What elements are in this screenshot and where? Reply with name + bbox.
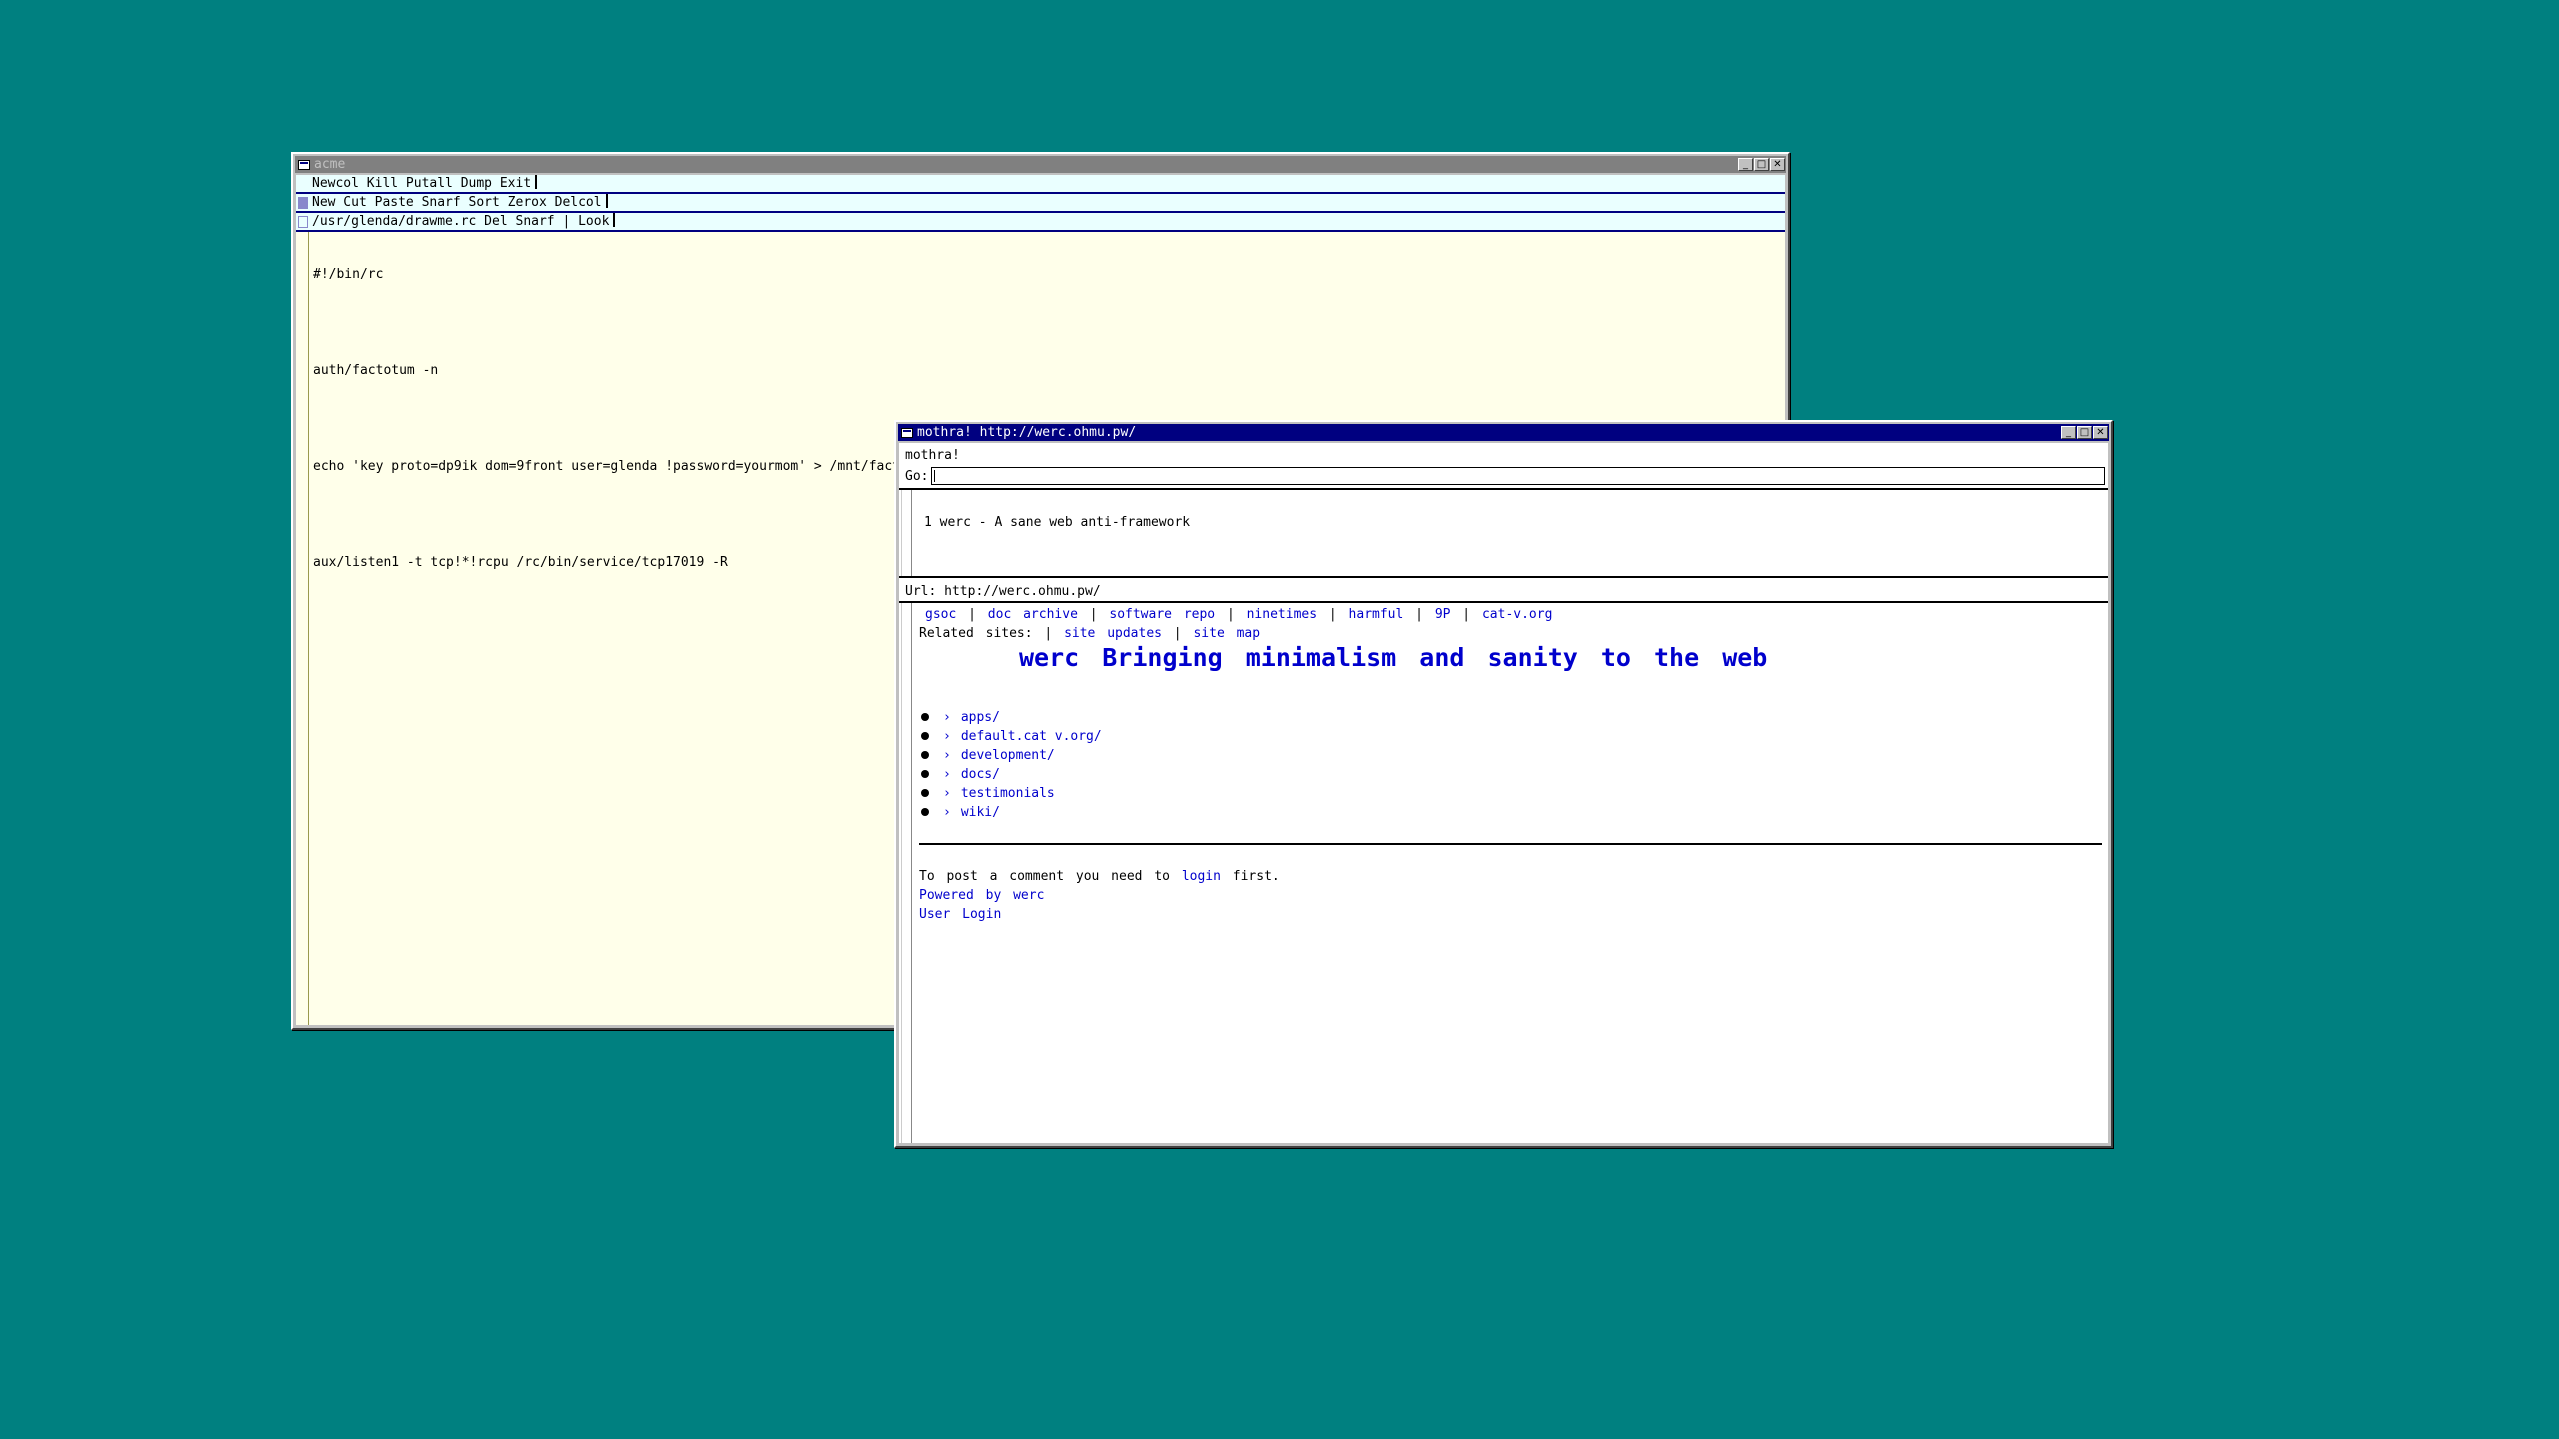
dir-link-apps[interactable]: apps/ (961, 710, 1000, 725)
nav-link-software-repo[interactable]: software repo (1109, 607, 1215, 622)
maximize-button[interactable]: □ (2077, 426, 2092, 439)
related-label: Related sites: (919, 626, 1033, 641)
acme-titlebar[interactable]: acme _ □ ✕ (295, 156, 1786, 173)
close-button[interactable]: ✕ (2093, 426, 2108, 439)
minimize-button[interactable]: _ (1738, 158, 1753, 171)
nav-link-9p[interactable]: 9P (1435, 607, 1451, 622)
list-item[interactable]: › apps/ (919, 708, 1102, 727)
page-content: gsoc | doc archive | software repo | nin… (919, 607, 2102, 1143)
acme-window-tag[interactable]: New Cut Paste Snarf Sort Zerox Delcol (296, 194, 1785, 213)
app-label: mothra! (905, 448, 960, 463)
top-nav: gsoc | doc archive | software repo | nin… (925, 607, 1553, 622)
list-item[interactable]: › default.cat v.org/ (919, 727, 1102, 746)
separator (899, 576, 2108, 578)
close-button[interactable]: ✕ (1770, 158, 1785, 171)
window-handle[interactable] (298, 216, 308, 228)
tag-cursor (535, 175, 538, 189)
maximize-button[interactable]: □ (1754, 158, 1769, 171)
tag-cursor (613, 213, 616, 227)
separator (899, 601, 2108, 603)
code-line[interactable]: auth/factotum -n (313, 363, 1781, 379)
mothra-titlebar[interactable]: mothra! http://werc.ohmu.pw/ _ □ ✕ (898, 424, 2109, 441)
nav-link-ninetimes[interactable]: ninetimes (1247, 607, 1317, 622)
go-label: Go: (905, 469, 929, 484)
window-icon (298, 159, 310, 170)
bullet-icon (921, 770, 929, 778)
text-cursor (934, 470, 935, 482)
nav-link-cat-v[interactable]: cat-v.org (1482, 607, 1552, 622)
bullet-icon (921, 713, 929, 721)
code-line[interactable] (313, 315, 1781, 331)
nav-link-harmful[interactable]: harmful (1349, 607, 1404, 622)
url-bar[interactable]: Url: http://werc.ohmu.pw/ (905, 584, 1101, 599)
mothra-title: mothra! http://werc.ohmu.pw/ (917, 425, 1137, 440)
chevron-right-icon: › (943, 805, 951, 820)
acme-column-tag[interactable]: Newcol Kill Putall Dump Exit (296, 175, 1785, 194)
column-tag-text[interactable]: Newcol Kill Putall Dump Exit (312, 176, 531, 191)
dir-link-wiki[interactable]: wiki/ (961, 805, 1000, 820)
bullet-icon (921, 808, 929, 816)
dir-link-testimonials[interactable]: testimonials (961, 786, 1055, 801)
chevron-right-icon: › (943, 729, 951, 744)
list-item[interactable]: › docs/ (919, 765, 1102, 784)
chevron-right-icon: › (943, 710, 951, 725)
directory-list: › apps/ › default.cat v.org/ › development/… (919, 708, 1102, 822)
nav-link-doc-archive[interactable]: doc archive (988, 607, 1078, 622)
mothra-window[interactable]: mothra! http://werc.ohmu.pw/ _ □ ✕ mothr… (894, 420, 2113, 1148)
link-site-updates[interactable]: site updates (1064, 626, 1162, 641)
chevron-right-icon: › (943, 767, 951, 782)
comment-notice: To post a comment you need to login firs… (919, 869, 1280, 884)
minimize-button[interactable]: _ (2061, 426, 2076, 439)
page-headline[interactable]: werc Bringing minimalism and sanity to t… (1019, 643, 1767, 672)
go-input[interactable] (931, 467, 2105, 485)
history-scrollbar[interactable] (899, 490, 912, 576)
acme-file-tag[interactable]: /usr/glenda/drawme.rc Del Snarf | Look (296, 213, 1785, 232)
comment-suffix: first. (1232, 869, 1280, 884)
user-login-link[interactable]: User Login (919, 907, 1001, 922)
powered-by-link[interactable]: Powered by werc (919, 888, 1044, 903)
page-scrollbar[interactable] (899, 603, 912, 1143)
list-item[interactable]: › development/ (919, 746, 1102, 765)
dir-link-docs[interactable]: docs/ (961, 767, 1000, 782)
comment-prefix: To post a comment you need to (919, 869, 1170, 884)
mothra-client: mothra! Go: 1 werc - A sane web anti-fra… (899, 443, 2108, 1143)
nav-link-gsoc[interactable]: gsoc (925, 607, 956, 622)
history-list[interactable]: 1 werc - A sane web anti-framework (924, 485, 1190, 560)
history-item[interactable]: 1 werc - A sane web anti-framework (924, 515, 1190, 530)
bullet-icon (921, 789, 929, 797)
window-icon (901, 427, 913, 438)
chevron-right-icon: › (943, 748, 951, 763)
list-item[interactable]: › testimonials (919, 784, 1102, 803)
file-tag-text[interactable]: /usr/glenda/drawme.rc Del Snarf | Look (312, 214, 609, 229)
code-line[interactable]: #!/bin/rc (313, 267, 1781, 283)
link-site-map[interactable]: site map (1193, 626, 1260, 641)
dir-link-default-catv[interactable]: default.cat v.org/ (961, 729, 1102, 744)
tag-cursor (605, 194, 608, 208)
list-item[interactable]: › wiki/ (919, 803, 1102, 822)
acme-title: acme (314, 157, 346, 172)
dir-link-development[interactable]: development/ (961, 748, 1055, 763)
login-link[interactable]: login (1182, 869, 1221, 884)
chevron-right-icon: › (943, 786, 951, 801)
bullet-icon (921, 751, 929, 759)
bullet-icon (921, 732, 929, 740)
horizontal-rule (919, 843, 2102, 845)
column-handle[interactable] (298, 197, 308, 209)
window-tag-text[interactable]: New Cut Paste Snarf Sort Zerox Delcol (312, 195, 602, 210)
related-sites: Related sites: | site updates | site map (919, 626, 1261, 641)
